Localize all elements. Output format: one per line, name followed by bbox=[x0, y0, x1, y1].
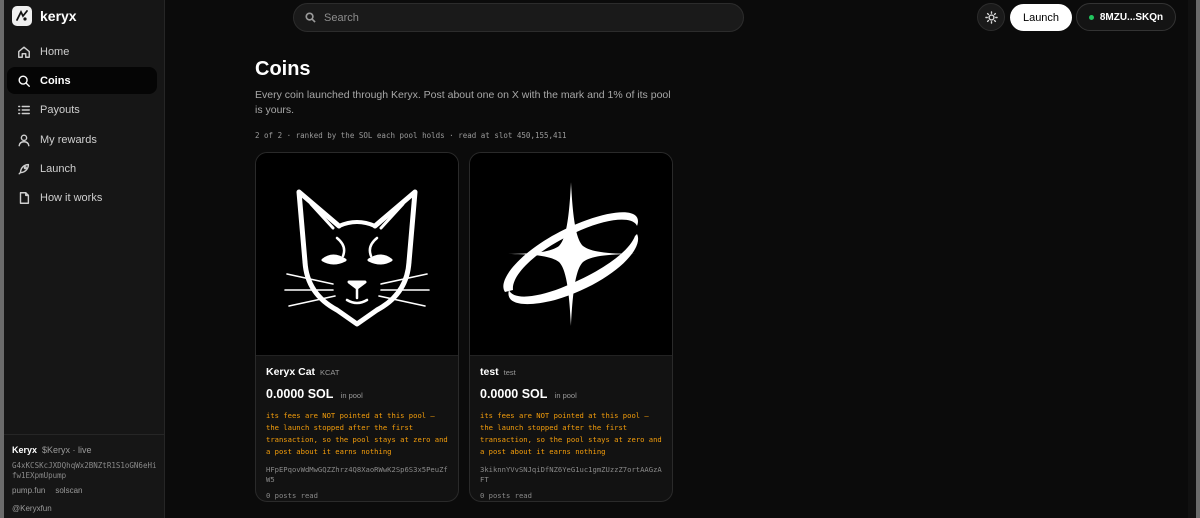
coin-image bbox=[256, 153, 458, 356]
page-scrollbar[interactable] bbox=[1188, 0, 1196, 518]
sun-icon bbox=[984, 10, 998, 24]
coin-ticker: test bbox=[503, 368, 516, 377]
token-info: Keryx $Keryx · live G4xKCSKcJXDQhqWx2BNZ… bbox=[12, 445, 158, 513]
search-icon bbox=[17, 74, 31, 88]
sidebar-item-label: How it works bbox=[40, 192, 103, 205]
x-handle-link[interactable]: @Keryxfun bbox=[12, 504, 158, 513]
solscan-link[interactable]: solscan bbox=[55, 486, 82, 495]
sidebar-divider bbox=[4, 434, 165, 435]
coin-pool-row: 0.0000 SOL in pool bbox=[266, 387, 448, 401]
results-meta: 2 of 2 · ranked by the SOL each pool hol… bbox=[255, 131, 567, 140]
coin-name-row: test test bbox=[480, 366, 662, 378]
pumpfun-link[interactable]: pump.fun bbox=[12, 486, 45, 495]
cat-logo-icon bbox=[284, 189, 430, 327]
token-links: pump.fun solscan bbox=[12, 486, 158, 495]
sidebar-item-payouts[interactable]: Payouts bbox=[7, 97, 157, 124]
coin-posts-count: 0 posts read bbox=[266, 491, 318, 500]
token-name: Keryx bbox=[12, 445, 38, 455]
list-icon bbox=[17, 103, 31, 117]
page-subtitle: Every coin launched through Keryx. Post … bbox=[255, 89, 671, 116]
sidebar-item-label: My rewards bbox=[40, 133, 97, 146]
sidebar-item-coins[interactable]: Coins bbox=[7, 67, 157, 95]
sidebar-item-launch[interactable]: Launch bbox=[7, 156, 157, 183]
token-ticker-status: $Keryx · live bbox=[42, 445, 92, 455]
coin-card-body: test test 0.0000 SOL in pool its fees ar… bbox=[470, 356, 672, 500]
coin-image bbox=[470, 153, 672, 356]
coin-name: test bbox=[480, 366, 499, 378]
coin-pool-label: in pool bbox=[554, 391, 577, 400]
coin-ticker: KCAT bbox=[319, 368, 340, 377]
wallet-status-dot bbox=[1088, 14, 1094, 20]
coin-posts-count: 0 posts read bbox=[480, 491, 532, 500]
coin-warning: its fees are NOT pointed at this pool — … bbox=[480, 411, 662, 456]
coin-contract-address[interactable]: 3kiknnYVvSNJqiDfNZ6YeG1uc1gmZUzzZ7ortAAG… bbox=[480, 465, 662, 485]
search-bar[interactable] bbox=[293, 3, 744, 32]
coin-name-row: Keryx Cat KCAT bbox=[266, 366, 448, 378]
launch-button[interactable]: Launch bbox=[1010, 4, 1072, 31]
sidebar-item-home[interactable]: Home bbox=[7, 38, 157, 65]
token-status: Keryx $Keryx · live bbox=[12, 445, 158, 455]
coin-card[interactable]: test test 0.0000 SOL in pool its fees ar… bbox=[469, 152, 673, 502]
sidebar-item-label: Payouts bbox=[40, 104, 80, 117]
sidebar-nav: Home Coins Payouts My rewards Launch How… bbox=[7, 38, 157, 214]
theme-toggle-button[interactable] bbox=[977, 3, 1005, 31]
coin-card-body: Keryx Cat KCAT 0.0000 SOL in pool its fe… bbox=[256, 356, 458, 500]
token-contract-address[interactable]: G4xKCSKcJXDQhqWx2BNZtR1S1oGN6eHifw1EXpmU… bbox=[12, 461, 158, 481]
coin-card[interactable]: Keryx Cat KCAT 0.0000 SOL in pool its fe… bbox=[255, 152, 459, 502]
sidebar-item-my-rewards[interactable]: My rewards bbox=[7, 126, 157, 153]
app-window: keryx Home Coins Payouts My rewards Laun… bbox=[4, 0, 1196, 518]
user-icon bbox=[17, 133, 31, 147]
wallet-button[interactable]: 8MZU...SKQn bbox=[1076, 3, 1176, 31]
star-orbit-icon bbox=[501, 182, 641, 326]
sidebar-item-how-it-works[interactable]: How it works bbox=[7, 185, 157, 212]
coin-name: Keryx Cat bbox=[266, 366, 316, 378]
coin-warning: its fees are NOT pointed at this pool — … bbox=[266, 411, 448, 456]
coin-pool-row: 0.0000 SOL in pool bbox=[480, 387, 662, 401]
coin-pool-value: 0.0000 SOL bbox=[480, 387, 548, 401]
brand[interactable]: keryx bbox=[12, 6, 77, 26]
document-icon bbox=[17, 191, 31, 205]
sidebar-item-label: Coins bbox=[40, 74, 71, 87]
sidebar: keryx Home Coins Payouts My rewards Laun… bbox=[4, 0, 165, 518]
page-title: Coins bbox=[255, 58, 311, 80]
sidebar-item-label: Home bbox=[40, 45, 70, 58]
keryx-logo-icon bbox=[12, 6, 32, 26]
search-input[interactable] bbox=[324, 11, 724, 24]
rocket-icon bbox=[17, 162, 31, 176]
wallet-address: 8MZU...SKQn bbox=[1099, 11, 1164, 23]
coin-pool-value: 0.0000 SOL bbox=[266, 387, 334, 401]
coin-contract-address[interactable]: HFpEPqovWdMwGQZZhrz4Q8XaoRWwK2Sp6S3x5Peu… bbox=[266, 465, 448, 485]
home-icon bbox=[17, 45, 31, 59]
brand-name: keryx bbox=[40, 8, 77, 24]
coin-pool-label: in pool bbox=[340, 391, 363, 400]
sidebar-item-label: Launch bbox=[40, 163, 77, 176]
search-icon bbox=[305, 12, 316, 23]
